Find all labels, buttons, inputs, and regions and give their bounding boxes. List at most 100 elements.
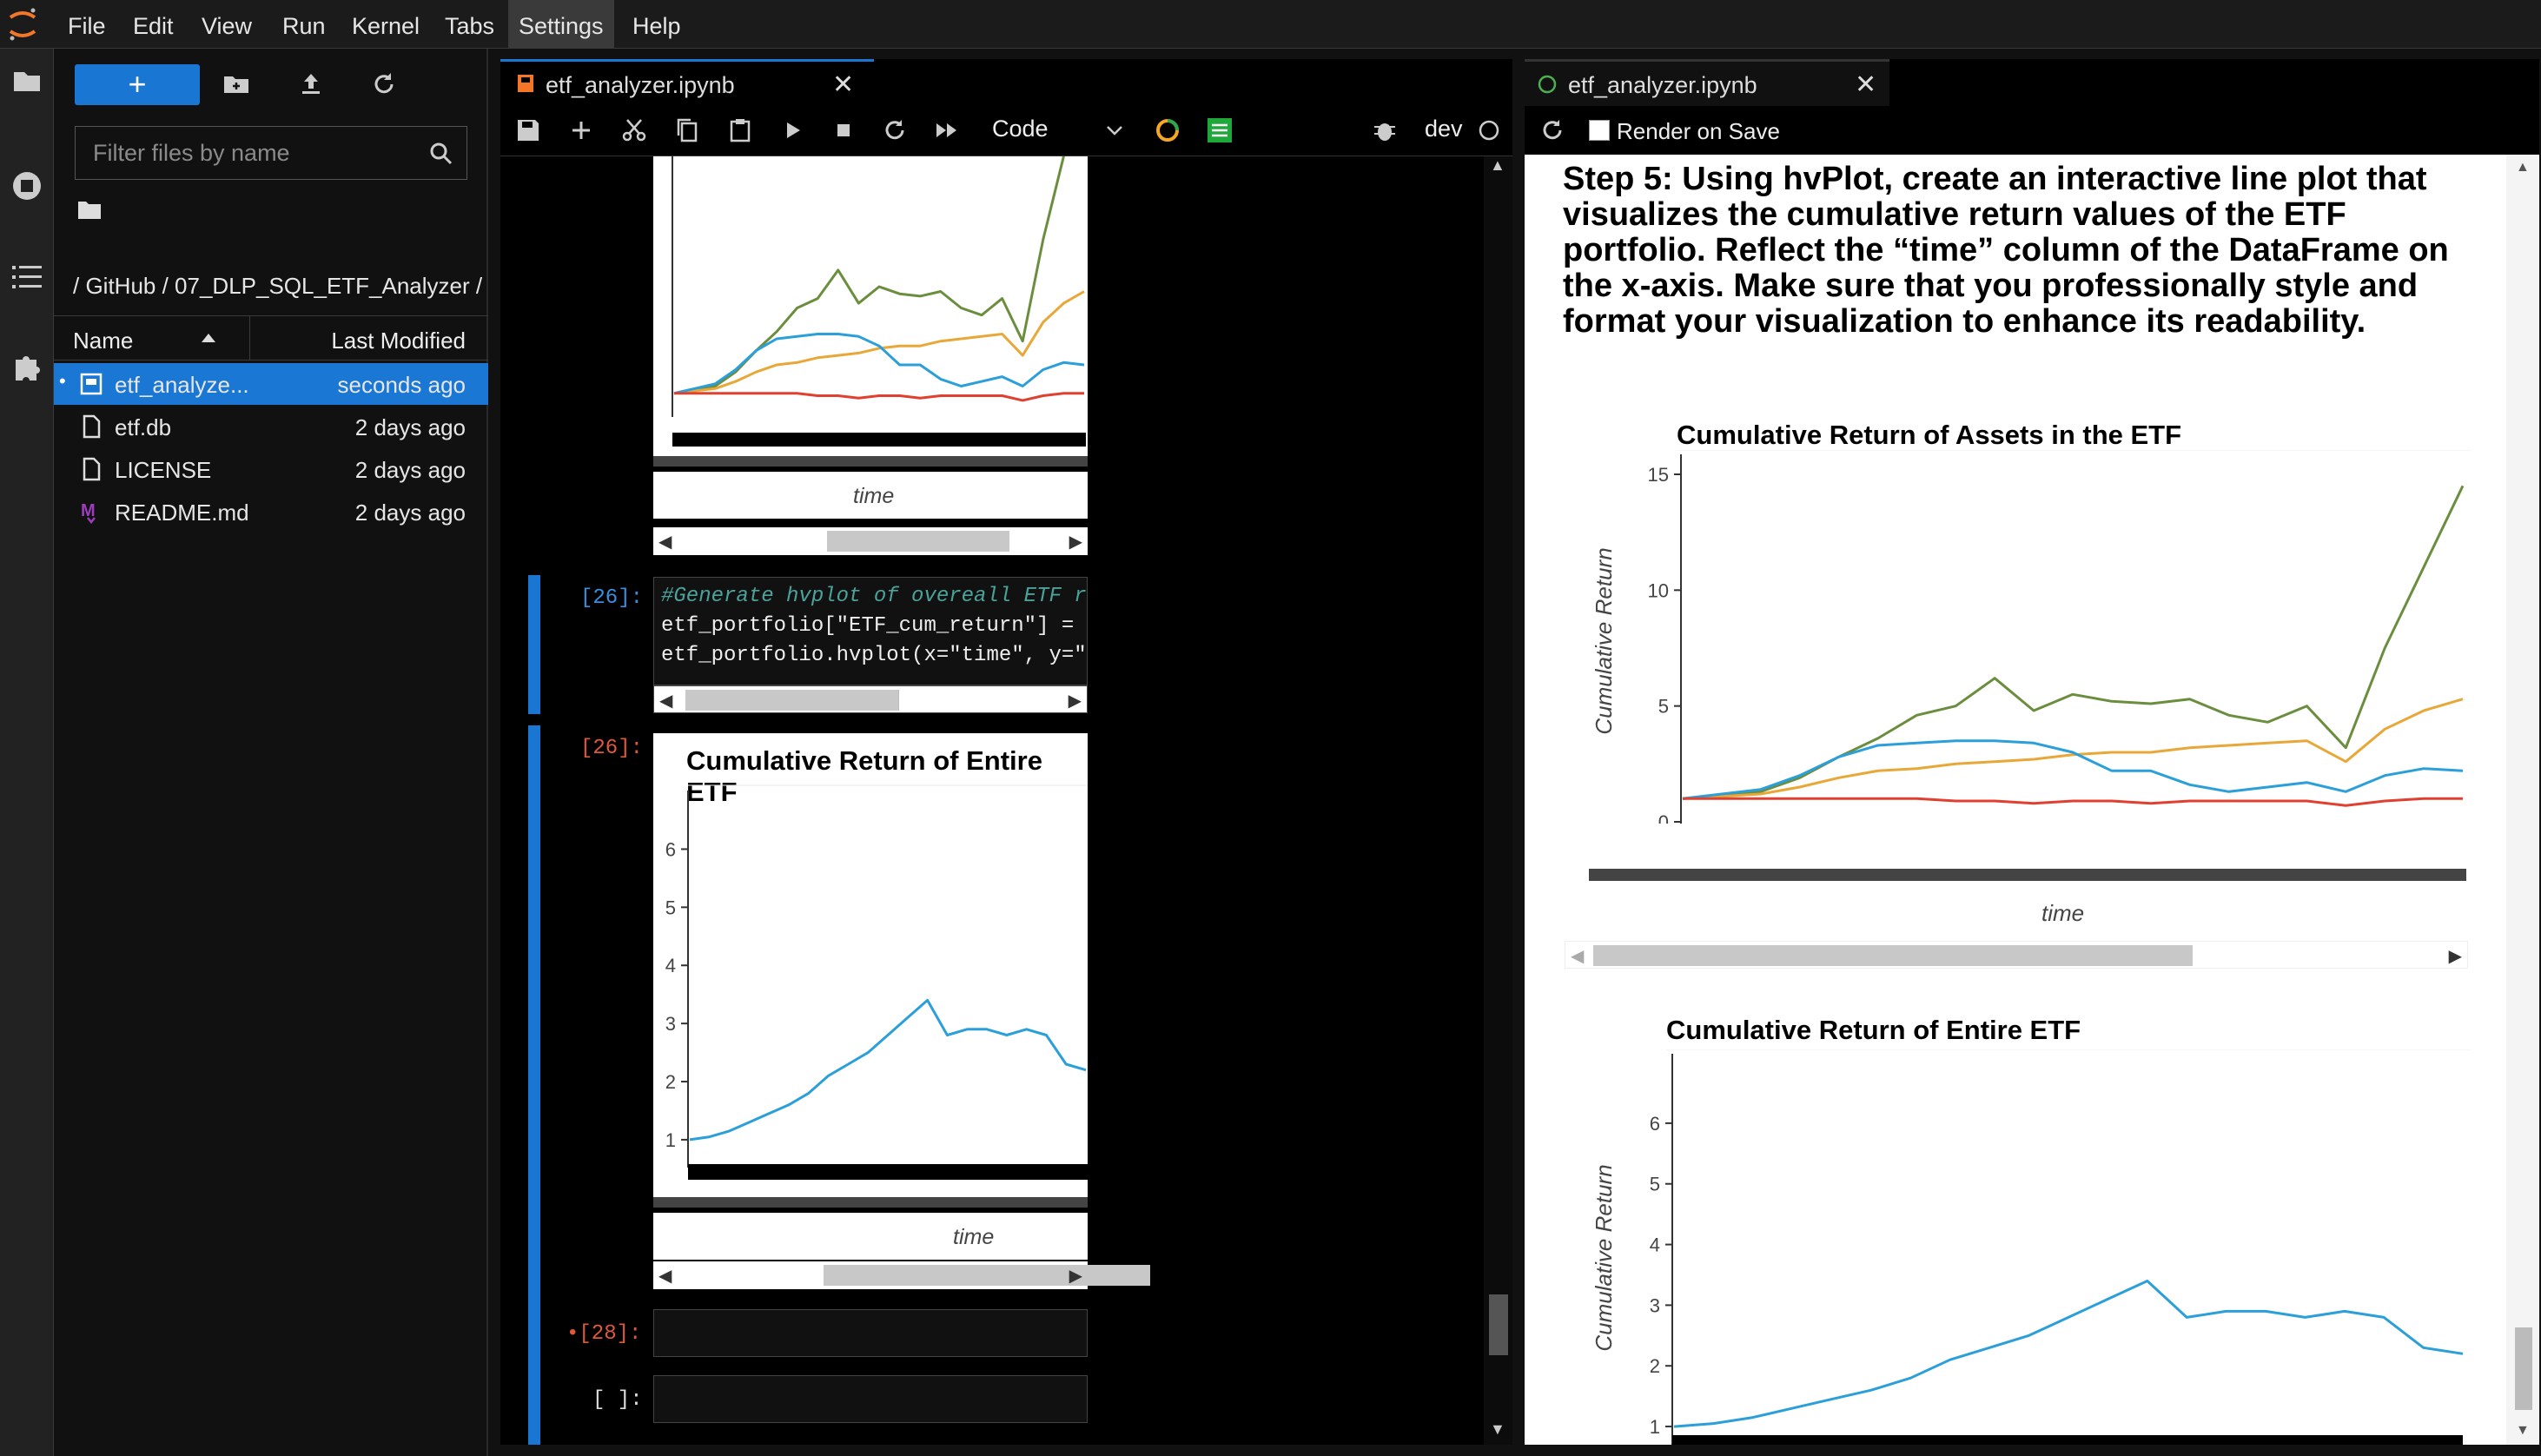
file-filter-input[interactable] xyxy=(91,127,433,179)
running-sessions-icon[interactable] xyxy=(7,166,47,206)
entire-etf-chart-output: Cumulative Return of Entire ETF 123456 xyxy=(653,733,1088,1197)
file-modified: seconds ago xyxy=(337,372,466,398)
menu-edit[interactable]: Edit xyxy=(133,0,174,49)
horizontal-scrollbar[interactable]: ◀ ▶ xyxy=(653,1261,1150,1289)
entire-etf-chart-nb: 1 2 3 4 5 6 xyxy=(665,784,1088,1180)
scroll-right-icon[interactable]: ▶ xyxy=(2449,945,2462,967)
copy-icon[interactable] xyxy=(672,115,703,146)
input-prompt: [26]: xyxy=(580,586,644,610)
cut-icon[interactable] xyxy=(619,115,650,146)
run-icon[interactable] xyxy=(777,115,808,146)
menu-kernel[interactable]: Kernel xyxy=(352,0,420,49)
scroll-right-icon[interactable]: ▶ xyxy=(1069,1265,1082,1287)
scroll-up-icon[interactable]: ▲ xyxy=(1490,156,1505,175)
menu-file[interactable]: File xyxy=(68,0,106,49)
insert-cell-icon[interactable] xyxy=(566,115,597,146)
markdown-icon: M xyxy=(81,501,96,525)
cell-type-select[interactable]: Code xyxy=(992,116,1049,142)
stop-icon[interactable] xyxy=(828,115,859,146)
folder-icon[interactable] xyxy=(7,62,47,102)
search-icon xyxy=(430,142,453,165)
code-comment: #Generate hvplot of overeall ETF returns… xyxy=(661,585,1087,608)
code-line: etf_portfolio.hvplot(x="time", y="ETF_cu… xyxy=(661,644,1087,667)
file-list-header: Name Last Modified xyxy=(54,315,488,361)
new-launcher-button[interactable]: + xyxy=(75,64,200,105)
y-axis-label: Cumulative Return xyxy=(1591,1164,1617,1351)
tab-notebook[interactable]: etf_analyzer.ipynb ✕ xyxy=(500,59,874,109)
output-collapser[interactable] xyxy=(528,725,540,1445)
scroll-left-icon[interactable]: ◀ xyxy=(1571,945,1584,967)
scroll-left-icon[interactable]: ◀ xyxy=(658,531,672,553)
tab-preview[interactable]: etf_analyzer.ipynb ✕ xyxy=(1525,59,1889,109)
new-folder-icon[interactable] xyxy=(221,69,252,100)
chevron-down-icon[interactable] xyxy=(1105,123,1124,137)
scrollbar-thumb[interactable] xyxy=(1489,1294,1508,1355)
property-inspector-icon[interactable] xyxy=(1204,115,1235,146)
home-folder-icon[interactable] xyxy=(76,198,103,221)
scroll-down-icon[interactable]: ▼ xyxy=(2516,1423,2530,1439)
scrollbar-thumb[interactable] xyxy=(2515,1327,2532,1410)
save-icon[interactable] xyxy=(513,115,544,146)
file-browser-panel: + / GitHub / 07_DLP_SQL_ETF_Analyzer / N… xyxy=(54,49,488,1456)
preview-content: Step 5: Using hvPlot, create an interact… xyxy=(1525,155,2539,1445)
upload-icon[interactable] xyxy=(295,69,327,100)
menu-help[interactable]: Help xyxy=(632,0,681,49)
column-last-modified[interactable]: Last Modified xyxy=(331,328,466,354)
breadcrumb[interactable]: / GitHub / 07_DLP_SQL_ETF_Analyzer / xyxy=(73,273,482,300)
scroll-right-icon[interactable]: ▶ xyxy=(1069,531,1082,553)
scroll-left-icon[interactable]: ◀ xyxy=(659,690,672,711)
horizontal-scrollbar[interactable]: ◀ ▶ xyxy=(1565,941,2468,969)
menu-run[interactable]: Run xyxy=(282,0,326,49)
code-editor[interactable]: #Generate hvplot of overeall ETF returns… xyxy=(653,577,1088,685)
render-on-save-checkbox[interactable] xyxy=(1589,120,1610,141)
refresh-icon[interactable] xyxy=(1537,115,1568,146)
y-tick-label: 3 xyxy=(665,1013,676,1035)
menu-tabs[interactable]: Tabs xyxy=(445,0,494,49)
notebook-vertical-scrollbar[interactable]: ▲ ▼ xyxy=(1484,156,1512,1445)
extensions-icon[interactable] xyxy=(7,347,47,387)
table-of-contents-icon[interactable] xyxy=(7,257,47,297)
preview-toolbar: Render on Save xyxy=(1525,106,2539,155)
y-tick-label: 1 xyxy=(665,1129,676,1151)
cell-collapser[interactable] xyxy=(528,575,540,714)
file-row[interactable]: • etf_analyze... seconds ago xyxy=(54,363,488,405)
code-editor-empty[interactable] xyxy=(653,1309,1088,1357)
debugger-icon[interactable] xyxy=(1369,115,1400,146)
code-horizontal-scrollbar[interactable]: ◀ ▶ xyxy=(653,685,1088,713)
horizontal-scrollbar[interactable]: ◀ ▶ xyxy=(653,527,1088,555)
step-5-heading: Step 5: Using hvPlot, create an interact… xyxy=(1563,161,2449,340)
refresh-icon[interactable] xyxy=(368,69,400,100)
y-tick-label: 5 xyxy=(665,897,676,918)
file-icon xyxy=(83,414,101,439)
menu-settings[interactable]: Settings xyxy=(508,0,614,49)
scrollbar-thumb[interactable] xyxy=(1593,945,2193,966)
scrollbar-thumb[interactable] xyxy=(827,531,1009,552)
series-line-0 xyxy=(689,998,1087,1142)
input-prompt: •[28]: xyxy=(566,1322,642,1346)
close-icon[interactable]: ✕ xyxy=(1855,62,1876,109)
code-editor-empty[interactable] xyxy=(653,1375,1088,1423)
kernel-name[interactable]: dev xyxy=(1425,116,1463,142)
paste-icon[interactable] xyxy=(725,115,756,146)
scroll-up-icon[interactable]: ▲ xyxy=(2516,160,2530,175)
file-row[interactable]: etf.db 2 days ago xyxy=(54,406,488,447)
scrollbar-thumb[interactable] xyxy=(824,1265,1150,1286)
file-modified: 2 days ago xyxy=(354,457,466,483)
file-row[interactable]: LICENSE 2 days ago xyxy=(54,448,488,490)
file-filter-field[interactable] xyxy=(75,126,467,180)
file-name: etf_analyze... xyxy=(115,372,249,398)
scroll-down-icon[interactable]: ▼ xyxy=(1490,1420,1505,1439)
menu-view[interactable]: View xyxy=(202,0,252,49)
scroll-right-icon[interactable]: ▶ xyxy=(1069,690,1082,711)
tab-title: etf_analyzer.ipynb xyxy=(1568,72,1757,98)
file-row[interactable]: M README.md 2 days ago xyxy=(54,491,488,533)
scroll-left-icon[interactable]: ◀ xyxy=(658,1265,672,1287)
column-name[interactable]: Name xyxy=(73,328,133,354)
fast-forward-icon[interactable] xyxy=(931,115,963,146)
close-icon[interactable]: ✕ xyxy=(832,62,854,109)
code-line: etf_portfolio["ETF_cum_return"] = etf_po… xyxy=(661,614,1087,638)
preview-vertical-scrollbar[interactable]: ▲ ▼ xyxy=(2506,155,2539,1445)
series-line-3 xyxy=(1683,797,2463,807)
y-tick-label: 10 xyxy=(1648,579,1669,601)
restart-icon[interactable] xyxy=(879,115,910,146)
